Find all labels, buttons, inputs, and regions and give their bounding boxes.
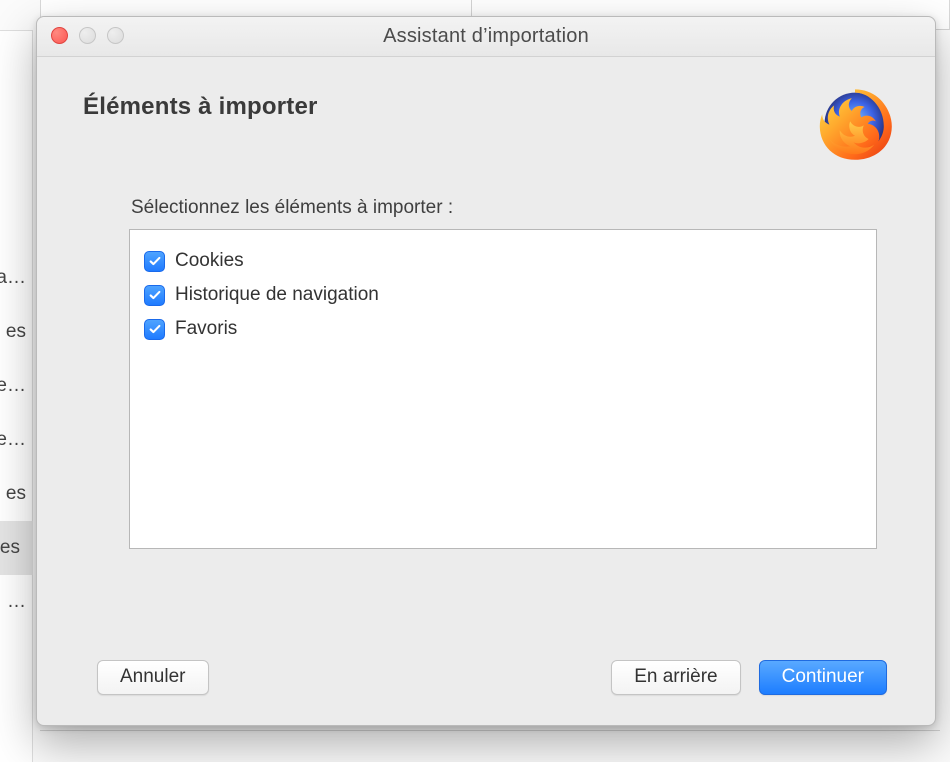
dialog-footer: Annuler En arrière Continuer (83, 634, 889, 707)
checkbox-icon[interactable] (144, 251, 165, 272)
bg-row: … (0, 575, 32, 629)
minimize-window-icon (79, 27, 96, 44)
option-bookmarks[interactable]: Favoris (144, 312, 862, 346)
import-wizard-dialog: Assistant d’importation Éléments à impor… (36, 16, 936, 726)
checkbox-icon[interactable] (144, 319, 165, 340)
titlebar[interactable]: Assistant d’importation (37, 17, 935, 57)
import-options-list[interactable]: Cookies Historique de navigation Favoris (129, 229, 877, 549)
option-cookies[interactable]: Cookies (144, 244, 862, 278)
page-title: Éléments à importer (83, 93, 318, 121)
option-label: Favoris (175, 318, 237, 340)
bg-row: e… (0, 359, 32, 413)
background-divider (40, 730, 940, 731)
bg-row: es (0, 521, 33, 575)
bg-row: es (0, 467, 32, 521)
instruction-text: Sélectionnez les éléments à importer : (131, 197, 889, 219)
dialog-body: Éléments à importer (37, 57, 935, 725)
zoom-window-icon (107, 27, 124, 44)
firefox-icon (815, 83, 895, 163)
option-label: Historique de navigation (175, 284, 379, 306)
bg-row: a… (0, 251, 32, 305)
back-button[interactable]: En arrière (611, 660, 740, 695)
window-title: Assistant d’importation (37, 25, 935, 48)
bg-row: es (0, 305, 32, 359)
background-sidebar: a… es e… e… es es … (0, 30, 33, 762)
cancel-button[interactable]: Annuler (97, 660, 209, 695)
option-label: Cookies (175, 250, 244, 272)
checkbox-icon[interactable] (144, 285, 165, 306)
bg-row: e… (0, 413, 32, 467)
option-history[interactable]: Historique de navigation (144, 278, 862, 312)
window-controls (51, 27, 124, 44)
continue-button[interactable]: Continuer (759, 660, 887, 695)
close-window-icon[interactable] (51, 27, 68, 44)
